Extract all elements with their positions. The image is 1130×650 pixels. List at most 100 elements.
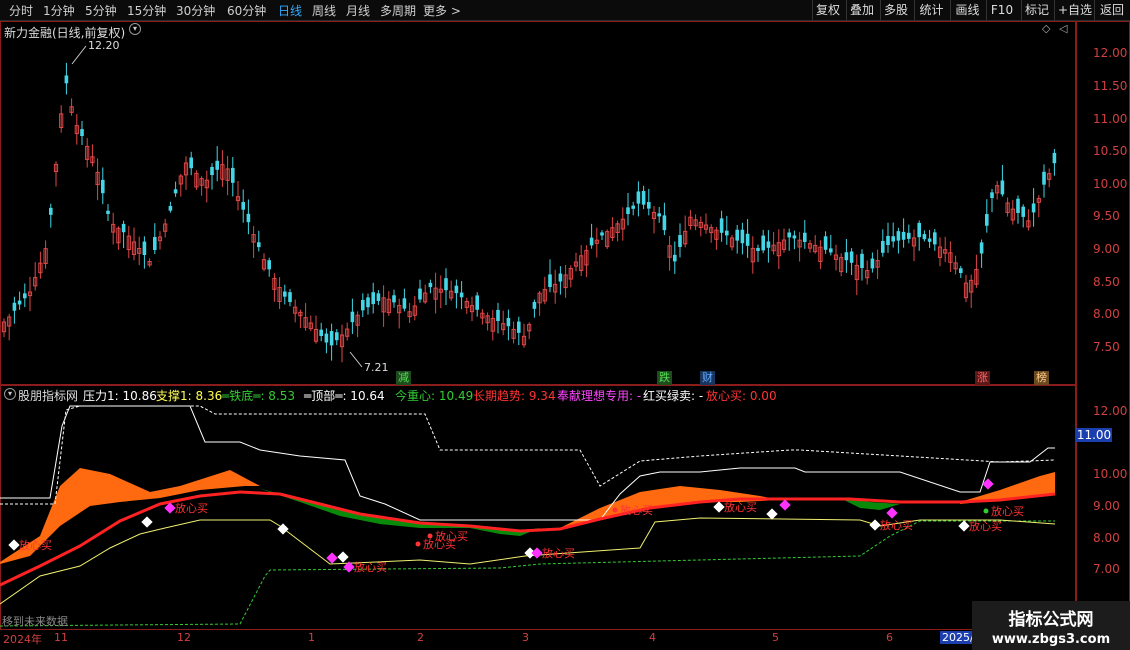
- candle: [464, 297, 469, 314]
- price-tick: 9.00: [1093, 242, 1120, 256]
- date-tick: 3: [522, 631, 529, 644]
- restore-rights-button[interactable]: 复权: [812, 0, 843, 20]
- period-tab-multi[interactable]: 多周期: [380, 2, 416, 19]
- add-watchlist-button[interactable]: +自选: [1054, 0, 1095, 20]
- candle: [542, 276, 547, 305]
- candle: [257, 230, 261, 252]
- date-tick: 12: [177, 631, 191, 644]
- period-tab-30min[interactable]: 30分钟: [176, 2, 215, 19]
- mark-button[interactable]: 标记: [1021, 0, 1052, 20]
- candle: [142, 236, 147, 269]
- buy-signal-label: 放心买: [724, 500, 757, 514]
- top-dashed-line: [0, 405, 1056, 505]
- candle: [121, 220, 126, 249]
- event-badge-fall[interactable]: 跌: [657, 371, 672, 385]
- candle: [875, 249, 880, 280]
- indicator-chart[interactable]: 放心买放心买放心买放心买放心买放心买放心买 放心买放心买 放心买放心买 移到未来数据: [0, 386, 1076, 629]
- candle: [709, 224, 714, 243]
- candle: [43, 240, 48, 269]
- price-tick: 8.50: [1093, 275, 1120, 289]
- back-button[interactable]: 返回: [1094, 0, 1129, 20]
- candle: [787, 228, 791, 251]
- candle: [283, 284, 287, 305]
- candle: [381, 285, 386, 327]
- candle: [506, 309, 511, 341]
- candle: [610, 217, 615, 242]
- period-tab-monthly[interactable]: 月线: [346, 2, 370, 19]
- candle: [844, 239, 849, 273]
- candle: [725, 215, 729, 245]
- candle: [361, 293, 365, 318]
- buy-signal-label: 放心买: [435, 529, 468, 543]
- candle: [527, 322, 532, 340]
- candle: [480, 309, 485, 325]
- indicator-tick: 10.00: [1093, 467, 1128, 481]
- candle: [963, 274, 969, 303]
- event-badge-list[interactable]: 榜: [1034, 371, 1049, 385]
- overlay-button[interactable]: 叠加: [846, 0, 877, 20]
- candle: [423, 284, 428, 304]
- event-badge-finance[interactable]: 财: [700, 371, 715, 385]
- candle: [412, 296, 417, 321]
- candle: [153, 223, 157, 255]
- candle: [1042, 164, 1046, 198]
- candlestick-chart[interactable]: 12.20 7.21: [0, 22, 1076, 384]
- candle: [449, 280, 454, 301]
- period-tab-1min[interactable]: 1分钟: [43, 2, 75, 19]
- candle: [241, 189, 245, 223]
- iron-bottom-line: [0, 520, 1055, 627]
- period-tab-daily[interactable]: 日线: [278, 2, 302, 19]
- price-tick: 7.50: [1093, 340, 1120, 354]
- period-tab-more[interactable]: 更多 >: [423, 2, 461, 19]
- buy-signal-marker: [141, 516, 153, 528]
- candle: [517, 316, 521, 346]
- candle: [428, 279, 433, 294]
- candle: [1047, 168, 1052, 188]
- event-badge-rise[interactable]: 涨: [975, 371, 990, 385]
- candle: [27, 276, 33, 312]
- candle: [313, 315, 319, 344]
- candle: [558, 266, 563, 295]
- draw-line-button[interactable]: 画线: [950, 0, 984, 20]
- candle: [371, 282, 375, 314]
- candle: [922, 230, 927, 242]
- date-tick: 4: [649, 631, 656, 644]
- candle: [131, 227, 137, 261]
- period-tab-15min[interactable]: 15分钟: [127, 2, 166, 19]
- candle: [204, 170, 209, 203]
- candle: [1031, 188, 1036, 227]
- candle: [293, 299, 298, 323]
- event-text: 财: [702, 371, 713, 384]
- candle: [948, 241, 953, 272]
- candle: [985, 199, 989, 233]
- event-badge-reduce[interactable]: 减: [396, 371, 411, 385]
- buy-signal-label: 放心买: [991, 504, 1024, 518]
- buy-signal-marker: [779, 499, 791, 511]
- candle: [69, 98, 74, 116]
- candle: [839, 253, 844, 277]
- buy-signal-marker: [337, 551, 349, 563]
- period-tab-weekly[interactable]: 周线: [312, 2, 336, 19]
- candle: [220, 150, 225, 188]
- candle: [683, 215, 688, 248]
- candle: [407, 302, 412, 323]
- candle: [651, 206, 657, 234]
- candle: [729, 235, 735, 251]
- period-tab-5min[interactable]: 5分钟: [85, 2, 117, 19]
- candle: [80, 120, 84, 145]
- candle: [324, 328, 329, 354]
- candle: [735, 225, 739, 254]
- candle: [7, 313, 12, 341]
- f10-button[interactable]: F10: [986, 0, 1017, 20]
- candle: [157, 231, 163, 250]
- candle: [865, 260, 870, 285]
- statistics-button[interactable]: 统计: [914, 0, 948, 20]
- candle: [990, 188, 994, 213]
- period-tab-60min[interactable]: 60分钟: [227, 2, 266, 19]
- multi-stock-button[interactable]: 多股: [880, 0, 911, 20]
- period-tab-fenshi[interactable]: 分时: [9, 2, 33, 19]
- candle: [1010, 199, 1015, 225]
- candle: [568, 265, 573, 288]
- candle: [943, 236, 948, 263]
- buy-signal-label: 放心买: [969, 519, 1002, 533]
